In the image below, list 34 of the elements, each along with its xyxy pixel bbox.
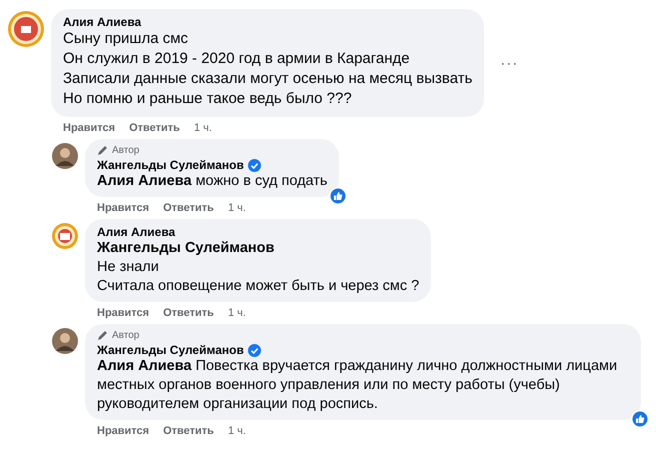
profile-avatar (52, 143, 78, 169)
profile-avatar (52, 328, 78, 354)
action-link[interactable]: Ответить (163, 307, 214, 319)
comment-time[interactable]: 1 ч. (194, 122, 212, 134)
author-label: Автор (112, 330, 140, 341)
action-link[interactable]: Нравится (97, 307, 150, 319)
action-link[interactable]: Нравится (63, 122, 116, 134)
logo-avatar (52, 223, 78, 249)
pencil-icon (97, 145, 108, 156)
comment-text: Но помню и раньше такое ведь было ??? (63, 89, 353, 109)
action-link[interactable]: Нравится (97, 425, 150, 437)
comment-text: Алия Алиева можно в суд подать (97, 172, 328, 191)
comment-text: Он служил в 2019 - 2020 год в армии в Караганде (63, 49, 411, 69)
comment-time[interactable]: 1 ч. (228, 202, 246, 214)
comment-text: Жангельды Сулейманов (97, 239, 276, 258)
author-name[interactable]: Алия Алиева (97, 225, 176, 239)
more-button[interactable]: ··· (496, 54, 522, 72)
comment-text: Записали данные сказали могут осенью на месяц вызвать (63, 69, 472, 89)
action-link[interactable]: Ответить (163, 202, 214, 214)
action-link[interactable]: Ответить (129, 122, 180, 134)
comment-text: Алия Алиева Повестка вручается гражданину лично должностными лицами местных органов военного управления или по месту работы (учебы) руководителем организации под роспись. (97, 357, 618, 414)
comment-time[interactable]: 1 ч. (228, 425, 246, 437)
comment-text: Не знали (97, 258, 160, 277)
comment-text: Сыну пришла смс (63, 29, 190, 49)
comment-text: Считала оповещение может быть и через смс ? (97, 277, 420, 296)
logo-avatar (8, 11, 44, 47)
author-label: Автор (112, 145, 140, 156)
action-link[interactable]: Ответить (163, 425, 214, 437)
pencil-icon (97, 330, 108, 341)
comment-time[interactable]: 1 ч. (228, 307, 246, 319)
action-link[interactable]: Нравится (97, 202, 150, 214)
author-name[interactable]: Жангельды Сулейманов (97, 343, 244, 357)
author-name[interactable]: Жангельды Сулейманов (97, 158, 244, 172)
author-name[interactable]: Алия Алиева (63, 15, 142, 29)
